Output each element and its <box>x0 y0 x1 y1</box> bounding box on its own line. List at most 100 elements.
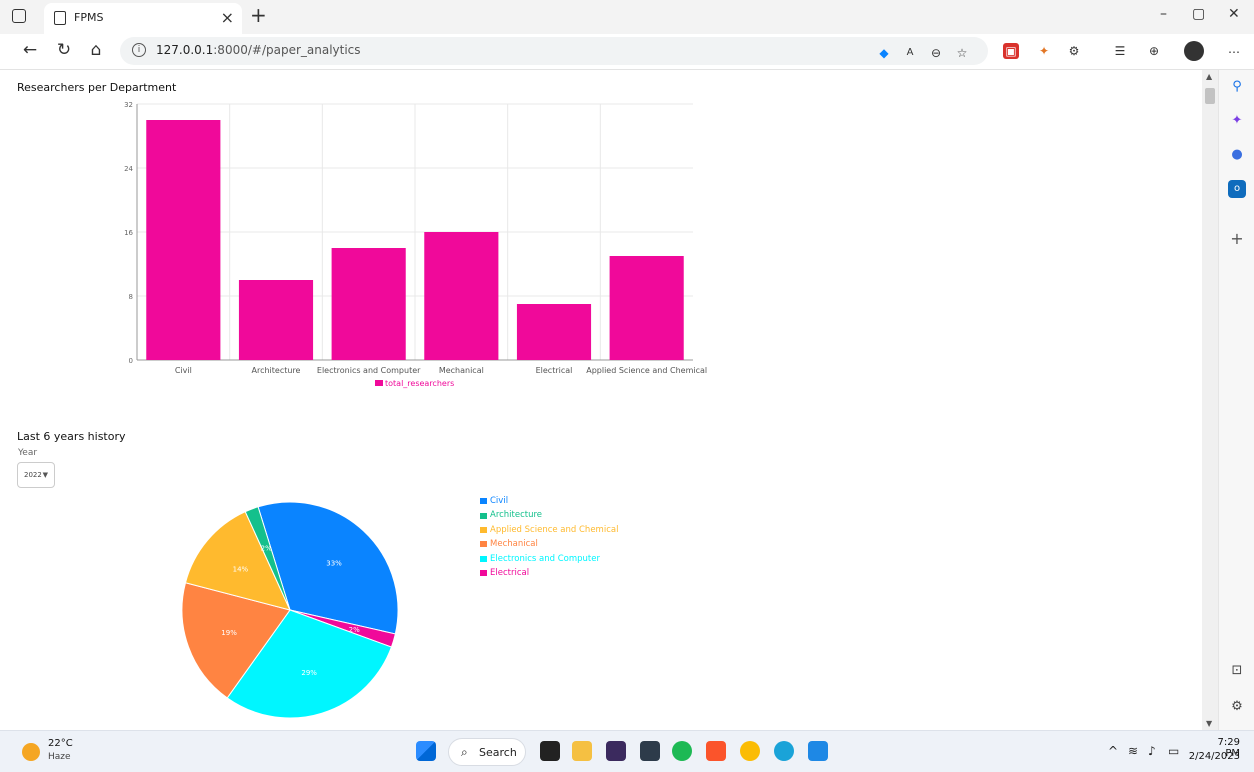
bar[interactable] <box>331 248 406 360</box>
close-window-button[interactable]: ✕ <box>1228 6 1240 22</box>
new-tab-button[interactable]: + <box>250 3 267 27</box>
legend-swatch <box>480 527 487 534</box>
pie-slice-label: 33% <box>326 559 342 567</box>
scroll-down-icon[interactable]: ▼ <box>1206 719 1212 728</box>
url-path: :8000/#/paper_analytics <box>213 43 361 57</box>
home-icon[interactable]: ⌂ <box>84 40 108 60</box>
restore-button[interactable]: ▢ <box>1192 6 1205 22</box>
taskbar-search[interactable]: ⌕ Search <box>448 738 526 766</box>
y-tick-label: 8 <box>129 293 133 301</box>
tab-actions-icon[interactable] <box>12 9 26 23</box>
url-text[interactable]: 127.0.0.1:8000/#/paper_analytics <box>156 43 361 57</box>
edge-sidebar: ⚲ ✦ ● o + ⊡ ⚙ <box>1218 70 1254 730</box>
legend-swatch <box>375 380 383 386</box>
legend-label: Mechanical <box>490 539 538 550</box>
back-icon[interactable]: ← <box>18 40 42 60</box>
brave-icon[interactable] <box>706 741 726 761</box>
title-bar: FPMS × + – ▢ ✕ <box>0 0 1254 34</box>
edge-icon[interactable] <box>774 741 794 761</box>
pie-slice-label: 14% <box>233 565 249 573</box>
more-menu-icon[interactable]: … <box>1226 41 1242 57</box>
clock-date[interactable]: 2/24/2023 <box>1180 751 1240 762</box>
terminal-icon[interactable] <box>640 741 660 761</box>
year-dropdown[interactable]: 2022 ▼ <box>17 462 55 488</box>
y-tick-label: 0 <box>129 357 133 365</box>
close-tab-button[interactable]: × <box>221 8 234 27</box>
bar[interactable] <box>516 304 592 360</box>
vscode-icon[interactable] <box>808 741 828 761</box>
profile-avatar[interactable] <box>1184 41 1204 61</box>
chevron-up-icon[interactable]: ^ <box>1108 744 1118 758</box>
year-value: 2022 <box>24 471 42 479</box>
extension-red-icon[interactable]: ▣ <box>1003 43 1019 59</box>
x-tick-label: Architecture <box>252 366 301 375</box>
x-tick-label: Electrical <box>536 366 573 375</box>
weather-sun-icon[interactable] <box>22 743 40 761</box>
weather-temperature[interactable]: 22°C <box>48 738 73 749</box>
collections-icon[interactable]: ⊕ <box>1146 43 1162 59</box>
pie-chart: 33%2%29%19%14%2% <box>181 501 399 719</box>
legend-label: Architecture <box>490 510 543 521</box>
page-content: Researchers per Department 0 8 16 24 32 Civil… <box>0 70 1202 730</box>
sidebar-toggle-icon[interactable]: ⊡ <box>1228 662 1246 680</box>
pie-section-title: Last 6 years history <box>17 430 126 443</box>
bar[interactable] <box>424 232 499 360</box>
search-icon[interactable]: ⚲ <box>1228 78 1246 96</box>
scroll-thumb[interactable] <box>1205 88 1215 104</box>
wifi-icon[interactable]: ≋ <box>1128 744 1138 758</box>
metamask-icon[interactable]: ✦ <box>1036 43 1052 59</box>
x-tick-label: Civil <box>175 366 192 375</box>
favorite-icon[interactable]: ☆ <box>954 45 970 61</box>
pie-slice-label: 2% <box>261 544 272 552</box>
chrome-icon[interactable] <box>740 741 760 761</box>
file-explorer-icon[interactable] <box>572 741 592 761</box>
app-icon[interactable] <box>606 741 626 761</box>
battery-icon[interactable]: ▭ <box>1168 744 1179 758</box>
taskbar: 22°C Haze ⌕ Search ^ ≋ ♪ ▭ 7:29 PM 2/24/… <box>0 730 1254 772</box>
scroll-up-icon[interactable]: ▲ <box>1206 72 1212 81</box>
legend-label: Civil <box>490 496 509 506</box>
legend-item[interactable]: Architecture <box>480 508 618 522</box>
task-view-icon[interactable] <box>540 741 560 761</box>
outlook-icon[interactable]: o <box>1228 180 1246 198</box>
address-bar[interactable]: i 127.0.0.1:8000/#/paper_analytics ◆ A ⊖… <box>120 37 988 65</box>
site-info-icon[interactable]: i <box>132 43 146 57</box>
pie-slice-label: 29% <box>301 669 317 677</box>
start-button[interactable] <box>416 741 436 761</box>
read-aloud-icon[interactable]: A <box>902 45 918 61</box>
bar[interactable] <box>146 120 221 360</box>
search-icon: ⌕ <box>461 745 468 759</box>
volume-icon[interactable]: ♪ <box>1148 744 1156 758</box>
copilot-icon[interactable]: ✦ <box>1228 112 1246 130</box>
tab-fpms[interactable]: FPMS × <box>44 3 242 34</box>
legend-item[interactable]: Electrical <box>480 566 618 580</box>
weather-description[interactable]: Haze <box>48 752 71 762</box>
y-tick-label: 32 <box>124 101 133 109</box>
office-icon[interactable]: ● <box>1228 146 1246 164</box>
minimize-button[interactable]: – <box>1160 6 1167 22</box>
tag-icon[interactable]: ◆ <box>876 45 892 61</box>
extensions-icon[interactable]: ⚙ <box>1066 43 1082 59</box>
spotify-icon[interactable] <box>672 741 692 761</box>
legend-item[interactable]: Electronics and Computer <box>480 552 618 566</box>
legend-item[interactable]: Mechanical <box>480 537 618 551</box>
legend-item[interactable]: Applied Science and Chemical <box>480 523 618 537</box>
zoom-icon[interactable]: ⊖ <box>928 45 944 61</box>
add-icon[interactable]: + <box>1228 230 1246 248</box>
favorites-icon[interactable]: ☰ <box>1112 43 1128 59</box>
chevron-down-icon: ▼ <box>42 471 48 479</box>
settings-gear-icon[interactable]: ⚙ <box>1228 698 1246 716</box>
legend-item[interactable]: Civil <box>480 494 618 508</box>
bar[interactable] <box>238 280 314 360</box>
page-icon <box>54 11 66 25</box>
bar[interactable] <box>609 256 684 360</box>
year-label: Year <box>18 448 38 458</box>
x-tick-label: Mechanical <box>439 366 484 375</box>
y-tick-label: 16 <box>124 229 133 237</box>
legend-swatch <box>480 570 487 577</box>
x-tick-label: Electronics and Computer <box>317 366 421 375</box>
legend-label[interactable]: total_researchers <box>385 379 454 388</box>
bar-chart: 0 8 16 24 32 Civil Architecture Electronics and… <box>124 101 707 388</box>
refresh-icon[interactable]: ↻ <box>52 40 76 60</box>
vertical-scrollbar[interactable]: ▲ ▼ <box>1202 70 1218 730</box>
